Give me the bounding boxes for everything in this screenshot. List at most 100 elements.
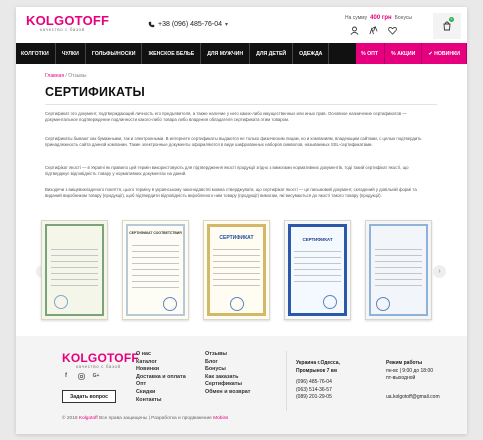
footer-links-col2: Отзывы Блог Бонусы Как заказать Сертифик… <box>205 351 250 397</box>
copyright: © 2018 Kolgotoff Все права защищены | Ра… <box>62 416 228 421</box>
breadcrumb-home[interactable]: Главная <box>45 73 64 79</box>
hours-title: Режим работы <box>386 360 423 366</box>
developer-link[interactable]: Mobiss <box>213 416 228 421</box>
paragraph-2: Сертификаты бывают как бумажными, так и … <box>45 136 422 147</box>
site-footer: KOLGOTOFF качество с базой f G+ Задать в… <box>16 336 467 434</box>
social-links: f G+ <box>62 372 100 380</box>
text-line <box>51 255 98 256</box>
address-line-1: Украина г.Одесса, <box>296 360 340 366</box>
certificate-card[interactable] <box>41 220 108 320</box>
nav-item-kids[interactable]: ДЛЯ ДЕТЕЙ <box>250 43 294 64</box>
heart-icon[interactable] <box>387 25 397 35</box>
page-title: СЕРТИФИКАТЫ <box>45 85 145 99</box>
footer-link-catalog[interactable]: Каталог <box>136 359 186 367</box>
phone-3[interactable]: (089) 201-29-05 <box>296 394 340 402</box>
certificate-heading: СЕРТИФИКАТ <box>219 235 254 241</box>
text-line <box>213 261 260 262</box>
nav-item-new[interactable]: ✔ НОВИНКИ <box>422 43 467 64</box>
logo-text: KOLGOTOFF <box>26 13 110 28</box>
footer-link-discounts[interactable]: Скидки <box>136 389 186 397</box>
nav-item-wholesale[interactable]: % ОПТ <box>356 43 386 64</box>
text-line <box>213 267 260 268</box>
footer-link-returns[interactable]: Обмен и возврат <box>205 389 250 397</box>
certificate-card[interactable]: СЕРТИФИКАТ СООТВЕТСТВИЯ <box>122 220 189 320</box>
footer-link-bonuses[interactable]: Бонусы <box>205 366 250 374</box>
nav-item-men[interactable]: ДЛЯ МУЖЧИН <box>201 43 251 64</box>
text-line <box>51 279 98 280</box>
phone-2[interactable]: (063) 514-36-57 <box>296 387 340 395</box>
breadcrumb-current: Отзывы <box>68 73 87 79</box>
cart-bonus-label: Бонусы <box>394 15 412 21</box>
footer-link-blog[interactable]: Блог <box>205 359 250 367</box>
footer-logo-text: KOLGOTOFF <box>62 351 139 365</box>
text-line <box>213 249 260 250</box>
text-line <box>51 285 98 286</box>
user-icon[interactable] <box>349 25 359 35</box>
site-logo[interactable]: KOLGOTOFF качество с базой <box>26 13 110 32</box>
nav-item-clothes[interactable]: ОДЕЖДА <box>293 43 330 64</box>
stamp-icon <box>376 297 390 311</box>
text-line <box>132 269 179 270</box>
nav-promo-group: % ОПТ % АКЦИИ ✔ НОВИНКИ <box>356 43 467 64</box>
stamp-icon <box>163 297 177 311</box>
cart-sum-label: На сумму <box>345 15 368 21</box>
cart-icon <box>443 21 451 31</box>
nav-item-stockings[interactable]: ЧУЛКИ <box>56 43 86 64</box>
footer-email[interactable]: ua.kolgotoff@gmail.com <box>386 394 440 402</box>
footer-link-certificates[interactable]: Сертификаты <box>205 381 250 389</box>
text-line <box>132 287 179 288</box>
address-line-2: Промрынок 7 км <box>296 367 337 374</box>
nav-item-lingerie[interactable]: ЖЕНСКОЕ БЕЛЬЕ <box>142 43 202 64</box>
text-line <box>213 285 260 286</box>
phone-block[interactable]: +38 (096) 485-76-04 ▾ <box>148 21 228 28</box>
google-plus-icon[interactable]: G+ <box>92 372 100 380</box>
footer-divider <box>286 351 287 411</box>
nav-item-sales[interactable]: % АКЦИИ <box>385 43 423 64</box>
text-line <box>51 273 98 274</box>
cart-sum-value: 400 грн <box>370 15 392 21</box>
hours-line-2: пт-выходной <box>386 375 416 382</box>
footer-link-wholesale[interactable]: Опт <box>136 381 186 389</box>
footer-hours: Режим работы пн-вс | 9:00 до 18:00 пт-вы… <box>386 360 440 401</box>
footer-link-about[interactable]: О нас <box>136 351 186 359</box>
paragraph-3: Сертифікат якості — в Україні як правило… <box>45 165 409 176</box>
chevron-down-icon: ▾ <box>225 22 229 28</box>
text-line <box>294 251 341 252</box>
text-line <box>213 279 260 280</box>
text-line <box>294 281 341 282</box>
header-icons <box>349 25 397 35</box>
text-line <box>51 249 98 250</box>
certificate-card[interactable] <box>365 220 432 320</box>
facebook-icon[interactable]: f <box>62 372 70 380</box>
nav-item-socks[interactable]: ГОЛЬФЫ/НОСКИ <box>86 43 143 64</box>
paragraph-4: Виходячи з вищевикладеного поняття, цьог… <box>45 187 417 198</box>
footer-link-delivery[interactable]: Доставка и оплата <box>136 374 186 382</box>
stamp-icon <box>54 295 68 309</box>
site-header: KOLGOTOFF качество с базой +38 (096) 485… <box>16 7 467 41</box>
breadcrumb: Главная / Отзывы <box>45 73 87 79</box>
main-nav: КОЛГОТКИ ЧУЛКИ ГОЛЬФЫ/НОСКИ ЖЕНСКОЕ БЕЛЬ… <box>16 43 467 64</box>
copyright-brand[interactable]: Kolgotoff <box>79 416 98 421</box>
title-divider <box>45 104 437 105</box>
text-line <box>375 255 422 256</box>
text-line <box>375 279 422 280</box>
nav-item-tights[interactable]: КОЛГОТКИ <box>16 43 56 64</box>
certificate-card[interactable]: СЕРТИФИКАТ <box>203 220 270 320</box>
footer-logo[interactable]: KOLGOTOFF качество с базой <box>62 351 139 369</box>
footer-link-new[interactable]: Новинки <box>136 366 186 374</box>
certificate-card[interactable]: СЕРТИФИКАТ <box>284 220 351 320</box>
page-frame: KOLGOTOFF качество с базой +38 (096) 485… <box>16 7 467 434</box>
instagram-icon[interactable] <box>77 372 85 380</box>
copyright-prefix: © 2018 <box>62 416 79 421</box>
ask-question-button[interactable]: Задать вопрос <box>62 390 116 403</box>
compare-icon[interactable] <box>368 25 378 35</box>
text-line <box>294 257 341 258</box>
phone-1[interactable]: (096) 485-76-04 <box>296 379 340 387</box>
phone-icon <box>148 21 155 28</box>
footer-link-contacts[interactable]: Контакты <box>136 397 186 405</box>
text-line <box>132 263 179 264</box>
footer-link-reviews[interactable]: Отзывы <box>205 351 250 359</box>
cart-button[interactable]: 0 <box>433 13 461 39</box>
text-line <box>294 275 341 276</box>
